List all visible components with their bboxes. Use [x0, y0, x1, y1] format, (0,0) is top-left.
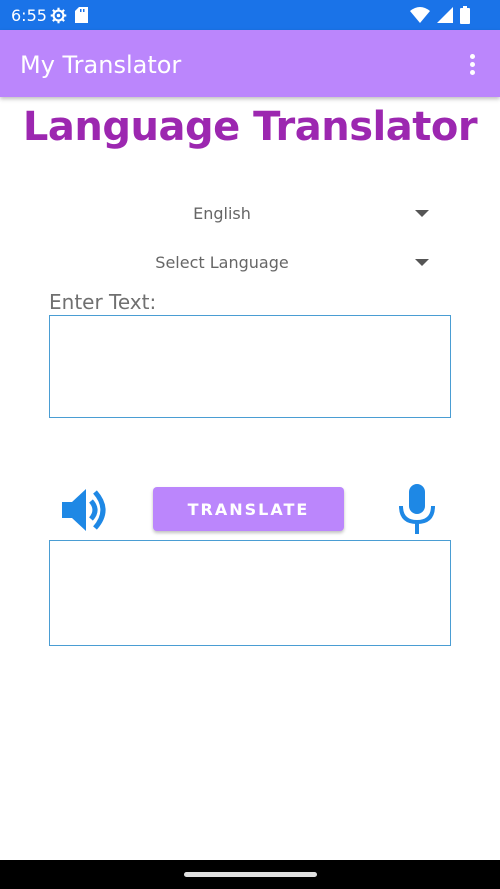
translated-text-output	[49, 540, 451, 646]
source-language-value: English	[193, 204, 251, 223]
more-vert-icon[interactable]	[460, 52, 484, 76]
target-language-value: Select Language	[155, 253, 289, 272]
wifi-icon	[410, 7, 430, 23]
target-language-spinner[interactable]: Select Language	[49, 243, 451, 283]
navigation-bar	[0, 860, 500, 889]
status-time: 6:55	[11, 6, 47, 25]
sd-card-icon	[75, 7, 88, 23]
app-title: My Translator	[20, 51, 182, 79]
signal-icon	[437, 7, 453, 23]
volume-up-icon[interactable]	[60, 486, 110, 534]
page-title: Language Translator	[22, 104, 478, 150]
settings-icon	[50, 7, 67, 23]
battery-icon	[460, 6, 470, 24]
translate-button[interactable]: TRANSLATE	[153, 487, 344, 531]
home-handle[interactable]	[184, 872, 317, 877]
app-bar: My Translator	[0, 30, 500, 97]
enter-text-label: Enter Text:	[49, 290, 157, 314]
dropdown-arrow-icon	[415, 259, 429, 266]
source-text-input[interactable]	[49, 315, 451, 418]
dropdown-arrow-icon	[415, 210, 429, 217]
mic-icon[interactable]	[397, 484, 437, 534]
status-left-icons	[50, 7, 88, 23]
source-language-spinner[interactable]: English	[49, 194, 451, 234]
status-right-icons	[410, 6, 470, 24]
status-bar: 6:55	[0, 0, 500, 30]
